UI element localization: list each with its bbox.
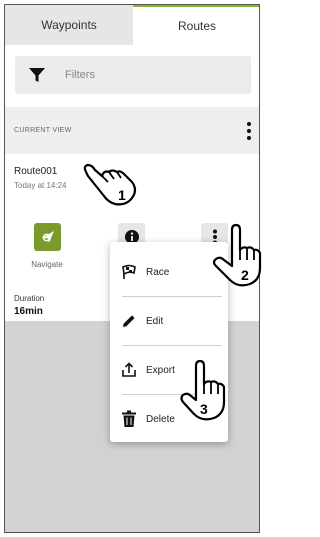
menu-item-edit[interactable]: Edit [110, 297, 228, 345]
navigate-arrow-icon [41, 231, 54, 243]
duration-label: Duration [14, 294, 45, 303]
current-view-header: CURRENT VIEW [5, 107, 259, 154]
route-name: Route001 [14, 166, 58, 177]
menu-item-label: Race [146, 266, 170, 278]
tab-routes[interactable]: Routes [133, 5, 259, 45]
export-icon [120, 361, 138, 379]
filters-button[interactable]: Filters [15, 56, 251, 94]
tab-waypoints[interactable]: Waypoints [5, 5, 133, 45]
step-number: 3 [200, 401, 208, 417]
duration-value: 16min [14, 306, 43, 317]
route-date: Today at 14:24 [14, 181, 67, 190]
current-view-title: CURRENT VIEW [14, 127, 72, 134]
step-number: 1 [118, 187, 126, 203]
navigate-button[interactable] [34, 223, 61, 251]
menu-item-label: Export [146, 364, 175, 376]
filters-label: Filters [65, 69, 95, 81]
more-vertical-icon[interactable] [243, 122, 255, 140]
tap-hand-step-3: 3 [180, 360, 226, 421]
race-flag-icon [120, 263, 138, 281]
menu-item-label: Edit [146, 315, 164, 327]
tap-hand-step-2: 2 [212, 223, 262, 287]
filter-section: Filters [5, 45, 259, 107]
step-number: 2 [241, 267, 249, 283]
navigate-label: Navigate [31, 260, 63, 269]
tab-bar: Waypoints Routes [5, 5, 259, 45]
menu-item-label: Delete [146, 413, 175, 425]
tap-hand-step-1: 1 [83, 163, 137, 206]
pencil-icon [120, 312, 138, 330]
trash-icon [120, 410, 138, 428]
filter-icon [29, 68, 45, 82]
